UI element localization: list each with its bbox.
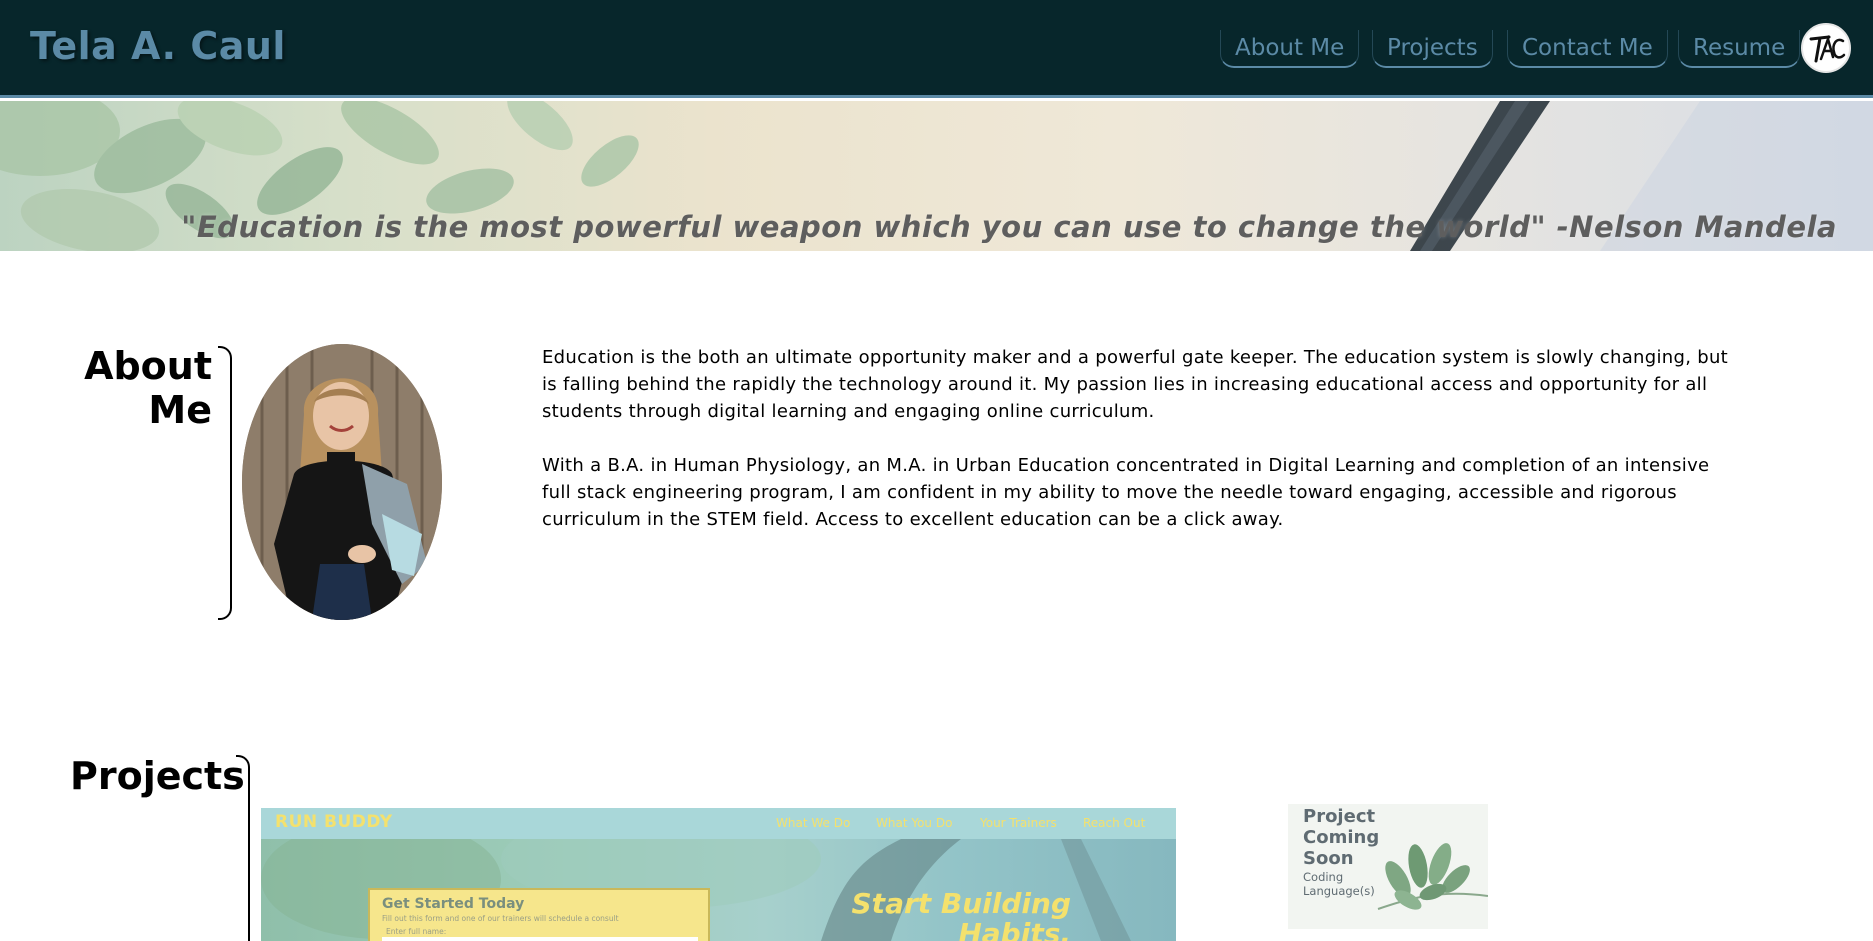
about-text: Education is the both an ultimate opport… xyxy=(542,344,1742,560)
coming-soon-title-line3: Soon xyxy=(1303,848,1354,869)
coming-soon-title-line2: Coming xyxy=(1303,827,1380,848)
run-buddy-form-label: Enter full name: xyxy=(386,927,447,936)
about-paragraph-1: Education is the both an ultimate opport… xyxy=(542,347,1729,422)
coming-soon-title: Project Coming Soon xyxy=(1303,806,1379,869)
run-buddy-nav-what-you-do: What You Do xyxy=(876,816,953,830)
about-paragraph-2: With a B.A. in Human Physiology, an M.A.… xyxy=(542,455,1710,530)
run-buddy-hero-line1: Start Building xyxy=(851,887,1071,920)
about-bracket xyxy=(218,346,232,620)
hero-banner: "Education is the most powerful weapon w… xyxy=(0,101,1873,251)
hero-quote: "Education is the most powerful weapon w… xyxy=(181,210,1837,244)
site-brand[interactable]: Tela A. Caul xyxy=(30,24,286,68)
project-coming-soon-card[interactable]: Project Coming Soon Coding Language(s) xyxy=(1288,804,1488,929)
run-buddy-form: Get Started Today Fill out this form and… xyxy=(368,888,710,941)
projects-bracket xyxy=(236,755,250,941)
coming-soon-title-line1: Project xyxy=(1303,806,1376,827)
run-buddy-form-subtitle: Fill out this form and one of our traine… xyxy=(382,914,619,923)
run-buddy-form-input xyxy=(382,937,698,941)
about-title-line2: Me xyxy=(148,388,212,432)
nav-contact-me[interactable]: Contact Me xyxy=(1507,30,1668,68)
projects-section-title: Projects xyxy=(70,754,245,798)
nav-about-me[interactable]: About Me xyxy=(1220,30,1360,68)
profile-photo xyxy=(242,344,442,620)
coming-soon-subtitle: Coding Language(s) xyxy=(1303,870,1375,898)
profile-photo-image xyxy=(242,344,442,620)
run-buddy-hero-text: Start Building Habits. xyxy=(852,889,1071,941)
nav-resume[interactable]: Resume xyxy=(1678,30,1801,68)
run-buddy-nav-reach-out: Reach Out xyxy=(1083,816,1146,830)
tac-logo[interactable] xyxy=(1801,23,1851,73)
coming-soon-sub-line1: Coding xyxy=(1303,870,1344,884)
run-buddy-nav-your-trainers: Your Trainers xyxy=(980,816,1057,830)
run-buddy-hero-line2: Habits. xyxy=(958,917,1071,941)
tac-monogram-icon xyxy=(1809,34,1846,63)
coming-soon-sub-line2: Language(s) xyxy=(1303,884,1375,898)
run-buddy-logo: RUN BUDDY xyxy=(275,812,393,832)
run-buddy-project-card[interactable]: RUN BUDDY What We Do What You Do Your Tr… xyxy=(261,808,1176,941)
nav-projects[interactable]: Projects xyxy=(1372,30,1493,68)
run-buddy-nav-what-we-do: What We Do xyxy=(776,816,851,830)
run-buddy-nav: RUN BUDDY What We Do What You Do Your Tr… xyxy=(261,808,1176,839)
about-section-title: About Me xyxy=(70,344,212,432)
about-title-line1: About xyxy=(84,344,212,388)
run-buddy-form-title: Get Started Today xyxy=(382,896,525,912)
site-header: Tela A. Caul About Me Projects Contact M… xyxy=(0,0,1873,98)
